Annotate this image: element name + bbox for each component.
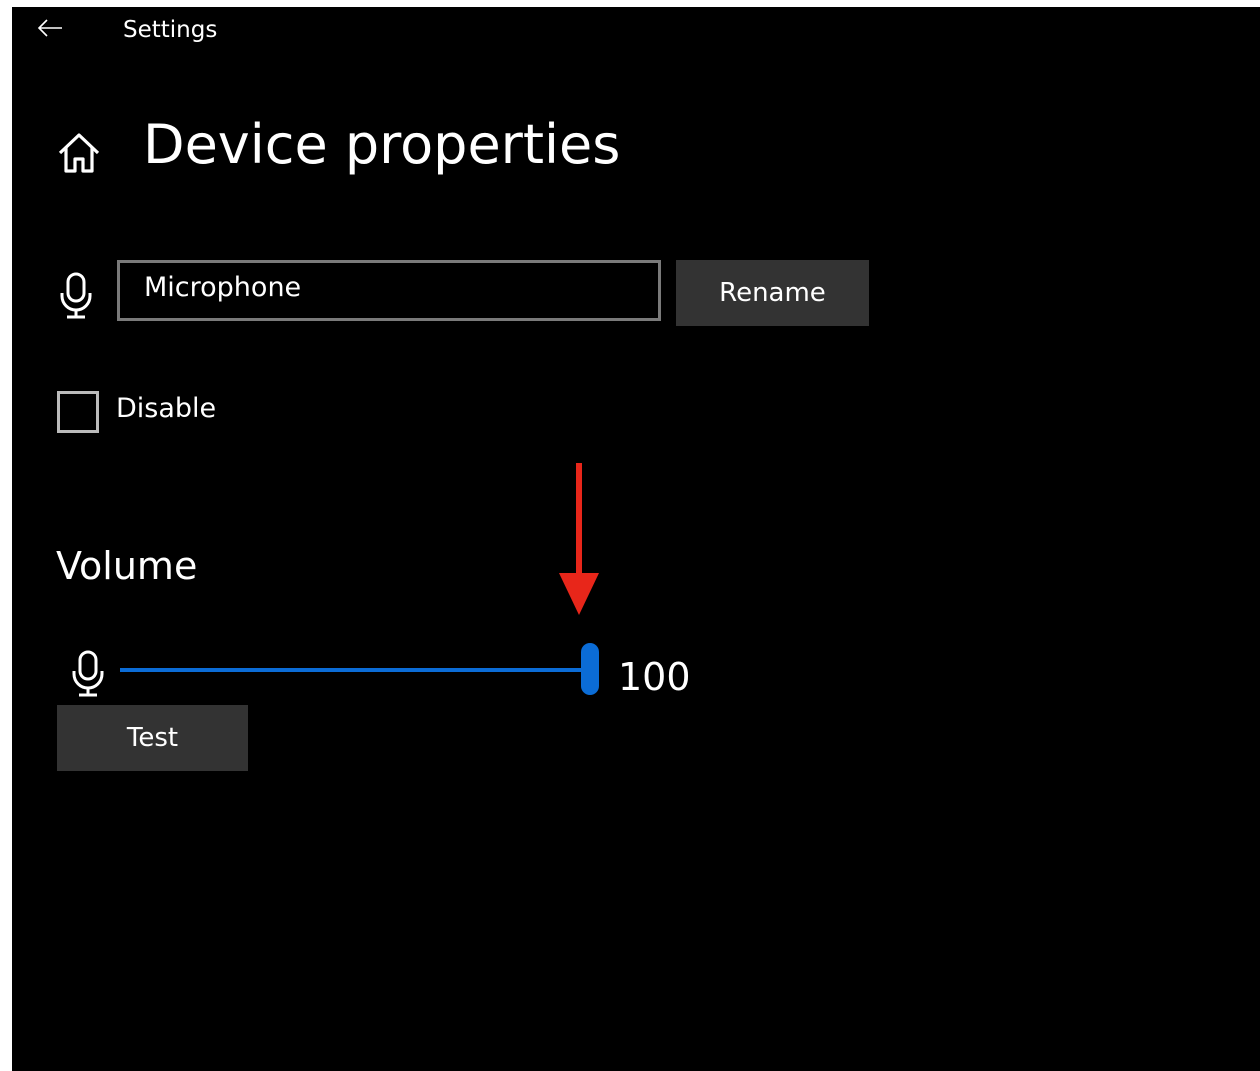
app-title: Settings	[123, 17, 218, 43]
microphone-icon	[72, 650, 104, 697]
annotation-arrow-icon	[559, 463, 599, 615]
rename-button[interactable]: Rename	[676, 260, 869, 326]
slider-fill	[120, 668, 590, 672]
slider-thumb[interactable]	[581, 643, 599, 695]
page-title: Device properties	[143, 113, 621, 176]
disable-checkbox-label: Disable	[116, 393, 217, 424]
volume-value: 100	[618, 655, 691, 699]
volume-slider[interactable]	[120, 643, 599, 697]
microphone-icon	[60, 272, 92, 319]
disable-checkbox[interactable]	[57, 391, 99, 433]
home-icon[interactable]	[56, 131, 102, 175]
settings-window: Settings Device properties Rename Disabl…	[12, 7, 1260, 1071]
back-button[interactable]	[34, 15, 66, 41]
device-name-input[interactable]	[117, 260, 661, 321]
test-button[interactable]: Test	[57, 705, 248, 771]
volume-section-title: Volume	[56, 544, 198, 588]
arrow-left-icon	[37, 19, 62, 37]
